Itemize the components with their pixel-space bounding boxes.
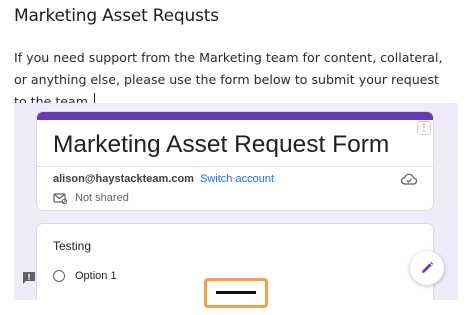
page-title: Marketing Asset Requsts: [14, 6, 219, 26]
form-embed[interactable]: Marketing Asset Request Form ⋮ alison@ha…: [14, 103, 458, 300]
shared-status-row: Not shared: [53, 192, 129, 204]
form-accent-bar: [37, 112, 433, 120]
option-row[interactable]: Option 1: [53, 270, 117, 282]
shared-status: Not shared: [75, 192, 129, 204]
radio-button[interactable]: [53, 270, 65, 282]
intro-text: If you need support from the Marketing t…: [14, 50, 443, 109]
question-title: Testing: [53, 239, 92, 253]
cloud-check-icon: [401, 173, 417, 185]
form-header-card: Marketing Asset Request Form ⋮ alison@ha…: [36, 111, 434, 211]
account-email: alison@haystackteam.com: [53, 173, 194, 185]
resize-handle[interactable]: [204, 278, 268, 308]
not-shared-icon: [53, 193, 67, 204]
more-vert-icon[interactable]: ⋮: [417, 121, 431, 135]
form-title: Marketing Asset Request Form: [53, 131, 390, 158]
pencil-edit-icon: [422, 261, 434, 273]
option-label: Option 1: [75, 270, 117, 282]
feedback-icon[interactable]: [22, 271, 36, 285]
switch-account-link[interactable]: Switch account: [200, 173, 274, 185]
handle-bar: [216, 291, 256, 294]
edit-button[interactable]: [410, 251, 444, 285]
divider: [37, 166, 433, 167]
account-row: alison@haystackteam.com Switch account: [53, 173, 274, 185]
